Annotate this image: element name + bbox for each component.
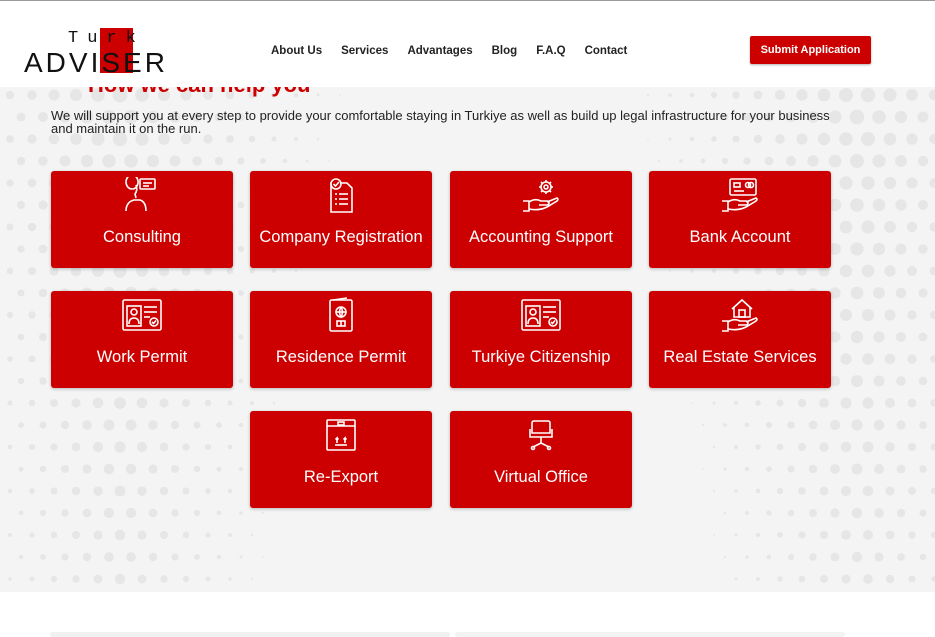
footer-divider	[50, 632, 450, 637]
service-label: Real Estate Services	[663, 348, 817, 366]
service-card-bank-account[interactable]: Bank Account	[649, 171, 831, 268]
logo-adviser-text: ADVISER	[24, 47, 168, 78]
turk-adviser-logo[interactable]: Turk ADVISER	[24, 27, 165, 78]
service-card-real-estate-services[interactable]: Real Estate Services	[649, 291, 831, 388]
nav-blog[interactable]: Blog	[492, 45, 518, 57]
nav-services[interactable]: Services	[341, 45, 388, 57]
service-card-re-export[interactable]: Re-Export	[250, 411, 432, 508]
card-hand-icon	[722, 178, 758, 212]
id-card-icon	[122, 299, 162, 331]
service-label: Company Registration	[259, 228, 423, 246]
nav-about-us[interactable]: About Us	[271, 45, 322, 57]
service-label: Bank Account	[689, 228, 791, 246]
section-intro: We will support you at every step to pro…	[51, 108, 830, 136]
service-card-company-registration[interactable]: Company Registration	[250, 171, 432, 268]
service-card-virtual-office[interactable]: Virtual Office	[450, 411, 632, 508]
site-header: Turk ADVISER About Us Services Advantage…	[0, 1, 935, 87]
service-card-residence-permit[interactable]: Residence Permit	[250, 291, 432, 388]
gear-hand-icon	[523, 180, 559, 212]
document-check-icon	[330, 178, 353, 213]
office-chair-icon	[529, 420, 553, 451]
nav-contact[interactable]: Contact	[585, 45, 628, 57]
service-label: Turkiye Citizenship	[471, 348, 611, 366]
service-label: Work Permit	[96, 348, 188, 366]
service-card-accounting-support[interactable]: Accounting Support	[450, 171, 632, 268]
consulting-icon	[125, 177, 156, 212]
footer-divider	[455, 632, 845, 637]
service-label: Residence Permit	[275, 348, 407, 366]
service-card-work-permit[interactable]: Work Permit	[51, 291, 233, 388]
logo-turk-text: Turk	[68, 29, 145, 48]
submit-application-button[interactable]: Submit Application	[750, 36, 871, 64]
main-nav: About Us Services Advantages Blog F.A.Q …	[271, 45, 646, 57]
nav-advantages[interactable]: Advantages	[407, 45, 472, 57]
service-label: Virtual Office	[494, 468, 588, 486]
service-label: Consulting	[103, 228, 181, 246]
service-label: Re-Export	[303, 468, 379, 486]
service-label: Accounting Support	[468, 228, 613, 246]
nav-faq[interactable]: F.A.Q	[536, 45, 565, 57]
house-hand-icon	[722, 298, 758, 332]
footer-band	[0, 592, 935, 637]
id-card-icon	[521, 299, 561, 331]
service-card-turkiye-citizenship[interactable]: Turkiye Citizenship	[450, 291, 632, 388]
service-card-consulting[interactable]: Consulting	[51, 171, 233, 268]
box-icon	[326, 419, 356, 451]
passport-icon	[329, 297, 353, 332]
